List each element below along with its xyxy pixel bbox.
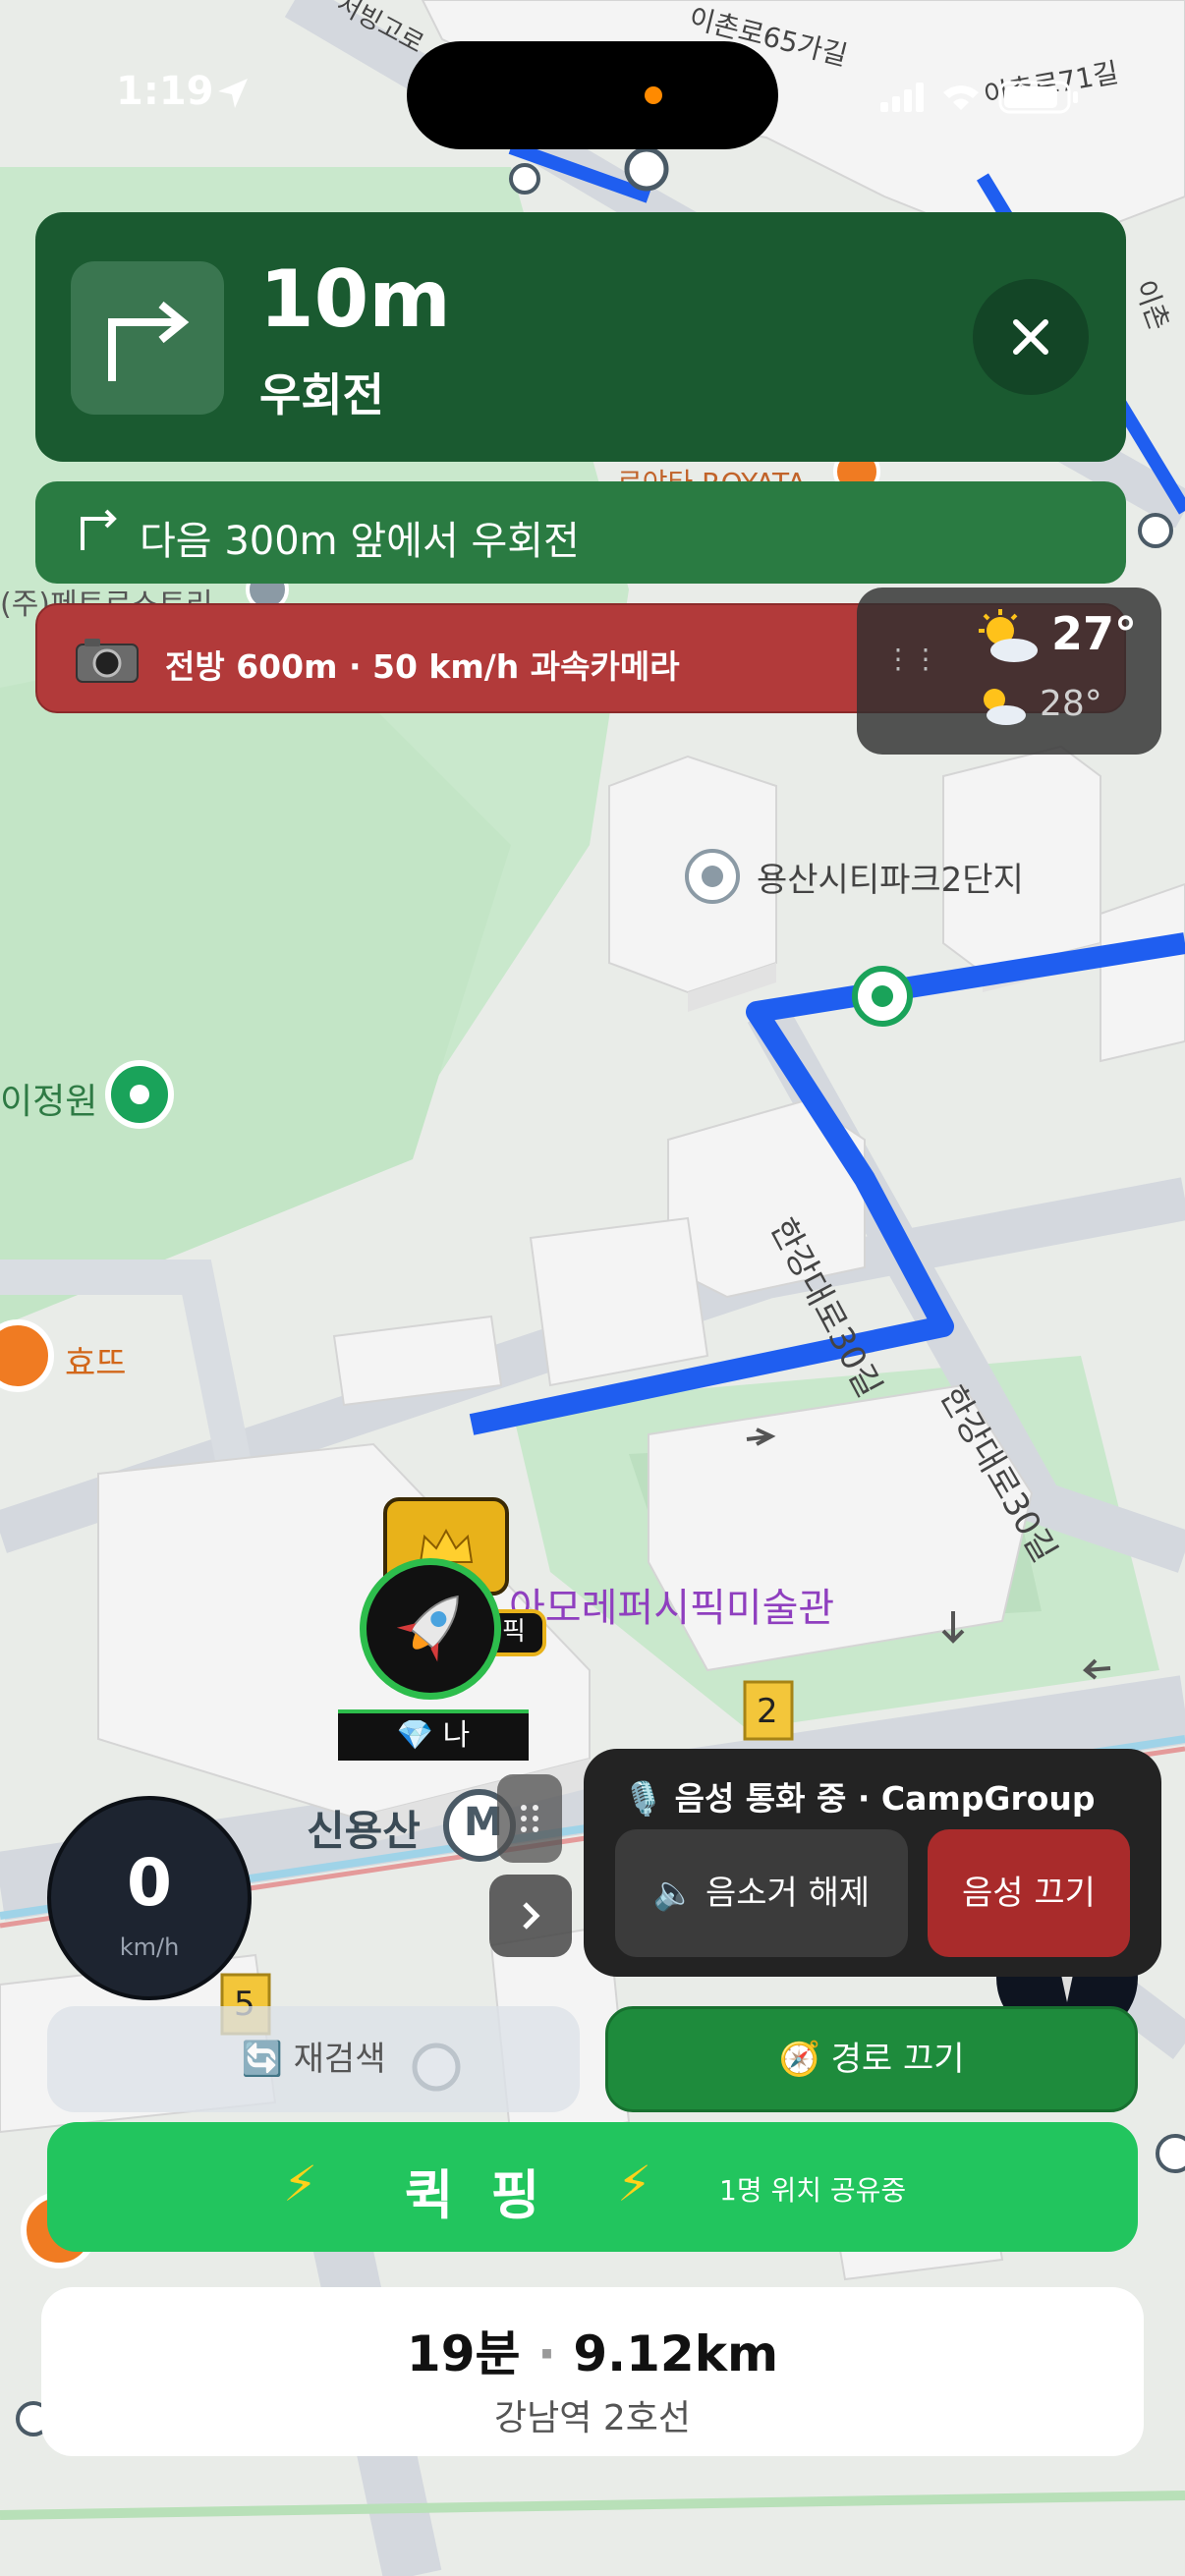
map-label-poi[interactable]: 효뜨: [65, 1336, 127, 1384]
separator-dot: ·: [536, 2325, 574, 2382]
signal-icon: [880, 83, 924, 112]
unmute-button[interactable]: 🔈 음소거 해제: [615, 1829, 908, 1957]
status-icons: [880, 81, 1078, 114]
speed-camera-text: 전방 600m · 50 km/h 과속카메라: [165, 647, 680, 686]
privacy-indicator-icon: [645, 86, 662, 104]
drag-handle-icon[interactable]: ⋮⋮: [884, 643, 939, 675]
dynamic-island: [407, 41, 778, 149]
quick-ping-button[interactable]: ⚡ 퀵핑 ⚡ 1명 위치 공유중: [47, 2122, 1138, 2252]
map-label-poi[interactable]: 용산시티파크2단지: [757, 853, 1024, 901]
voice-call-status: 🎙️ 음성 통화 중 · CampGroup: [623, 1779, 1096, 1818]
chevron-right-icon: [523, 1902, 540, 1930]
map-label-poi[interactable]: 이정원: [0, 1073, 97, 1124]
lightning-icon: ⚡: [283, 2156, 318, 2212]
close-icon: [1013, 319, 1048, 355]
eta-card[interactable]: 19분 · 9.12km 강남역 2호선: [41, 2287, 1144, 2456]
location-arrow-icon: [218, 79, 248, 108]
map-label-station[interactable]: 신용산: [307, 1798, 421, 1858]
eta-distance: 9.12km: [573, 2325, 779, 2382]
close-navigation-button[interactable]: [973, 279, 1089, 395]
voice-call-panel: 🎙️ 음성 통화 중 · CampGroup 🔈 음소거 해제 음성 끄기: [584, 1749, 1161, 1977]
camera-icon: [76, 639, 139, 683]
speedometer: 0 km/h: [47, 1796, 252, 2000]
voice-off-button[interactable]: 음성 끄기: [928, 1829, 1130, 1957]
location-sharing-status: 1명 위치 공유중: [719, 2174, 907, 2207]
turn-instruction: 우회전: [259, 368, 384, 421]
turn-distance: 10m: [259, 253, 451, 345]
rocket-icon: [396, 1595, 459, 1662]
next-temperature: 28°: [1040, 684, 1102, 724]
route-shield: 2: [757, 1692, 778, 1731]
next-turn-right-icon: [81, 509, 117, 550]
grip-icon: [521, 1805, 538, 1832]
my-name-tag: 💎 나: [338, 1709, 529, 1761]
next-turn-card[interactable]: 다음 300m 앞에서 우회전: [35, 481, 1126, 584]
wifi-icon: [943, 85, 979, 110]
map-label-poi[interactable]: 아모레퍼시픽미술관: [509, 1576, 834, 1633]
eta-destination: 강남역 2호선: [494, 2398, 691, 2438]
partly-sunny-icon: [984, 689, 1026, 725]
my-location-marker[interactable]: [360, 1558, 501, 1700]
weather-widget[interactable]: ⋮⋮ 27° 28°: [857, 588, 1161, 755]
route-off-button[interactable]: 🧭 경로 끄기: [605, 2006, 1138, 2112]
turn-instruction-card[interactable]: 10m 우회전: [35, 212, 1126, 462]
panel-drag-handle[interactable]: [497, 1774, 562, 1863]
speed-value: 0: [127, 1845, 172, 1921]
turn-right-icon: [71, 261, 224, 415]
current-temperature: 27°: [1051, 607, 1138, 660]
expand-panel-button[interactable]: [489, 1875, 572, 1957]
status-time: 1:19: [116, 69, 214, 114]
partly-sunny-icon: [979, 609, 1038, 662]
eta-summary: 19분 · 9.12km: [41, 2315, 1144, 2385]
lightning-icon: ⚡: [617, 2156, 652, 2212]
speed-unit: km/h: [119, 1933, 180, 1961]
reroute-button[interactable]: 🔄 재검색: [47, 2006, 580, 2112]
next-turn-text: 다음 300m 앞에서 우회전: [140, 519, 580, 564]
quick-ping-label: 퀵핑: [405, 2164, 578, 2226]
eta-time: 19분: [406, 2325, 521, 2382]
